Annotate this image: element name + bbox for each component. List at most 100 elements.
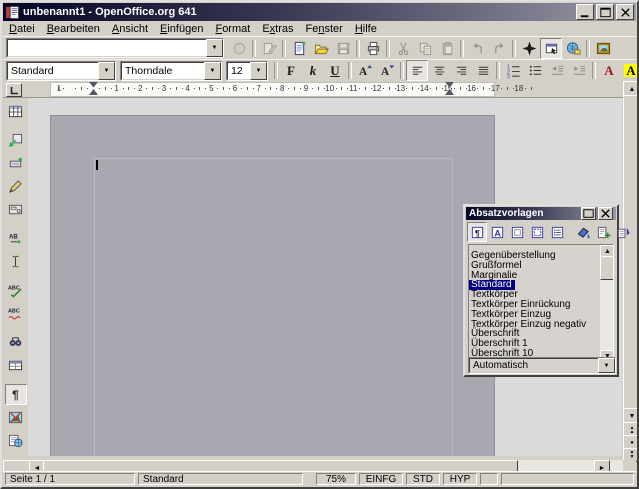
menu-format[interactable]: Format [209,22,256,36]
style-list-row[interactable]: Überschrift 1 [469,333,613,343]
draw-functions-button[interactable] [5,176,27,197]
data-sources-button[interactable] [5,355,27,376]
title-bar[interactable]: unbenannt1 - OpenOffice.org 641 [3,3,636,21]
online-layout-button[interactable] [5,430,27,451]
menu-ansicht[interactable]: Ansicht [106,22,154,36]
insert-button[interactable] [5,130,27,151]
navigator-button[interactable] [518,38,540,59]
autotext-button[interactable]: AB [5,228,27,249]
paragraph-style-combo[interactable]: Standard▼ [6,61,116,81]
fill-format-button[interactable] [573,222,593,242]
menu-fenster[interactable]: Fenster [300,22,349,36]
status-selection-mode[interactable]: STD [406,473,440,485]
save-button[interactable] [332,38,354,59]
style-list-row[interactable]: Gegenüberstellung [469,245,613,255]
list-scroll-thumb[interactable] [600,256,614,280]
new-style-button[interactable] [593,222,613,242]
copy-button[interactable] [414,38,436,59]
indent-increase-button[interactable] [568,60,590,81]
underline-button[interactable]: U [324,60,346,81]
style-list-row[interactable]: Textkörper Einzug negativ [469,314,613,324]
style-list-row[interactable]: Textkörper Einzug [469,304,613,314]
style-list-row[interactable]: Standard [469,274,613,284]
vertical-scrollbar[interactable]: ▲ ▼ ▲▲ ● ▼▼ [623,81,639,460]
menu-extras[interactable]: Extras [256,22,299,36]
auto-spellcheck-button[interactable]: ABC [5,303,27,324]
insert-fields-button[interactable] [5,153,27,174]
url-combo[interactable]: ▼ [6,38,224,58]
font-size-combo-value[interactable]: 12 [227,62,250,80]
dropdown-arrow-icon[interactable]: ▼ [598,358,615,373]
style-list-row[interactable]: Überschrift 10 [469,343,613,353]
font-color-button[interactable]: A [598,60,620,81]
vertical-scroll-thumb[interactable] [623,95,639,410]
style-filter-value[interactable]: Automatisch [469,358,598,373]
hyperlink-button[interactable] [562,38,584,59]
menu-hilfe[interactable]: Hilfe [349,22,383,36]
stylist-button[interactable] [540,38,562,59]
style-list-row[interactable]: Textkörper Einrückung [469,294,613,304]
print-button[interactable] [362,38,384,59]
dropdown-arrow-icon[interactable]: ▼ [98,62,115,80]
font-name-combo[interactable]: Thorndale▼ [120,61,222,81]
style-list-row[interactable]: Marginalie [469,265,613,275]
indent-decrease-button[interactable] [546,60,568,81]
paste-button[interactable] [436,38,458,59]
bold-button[interactable]: F [280,60,302,81]
stylist-title-bar[interactable]: Absatzvorlagen [466,207,616,220]
status-page[interactable]: Seite 1 / 1 [5,473,135,485]
menu-datei[interactable]: Datei [3,22,41,36]
minimize-button[interactable] [576,4,594,20]
graphics-toggle-button[interactable] [5,407,27,428]
frame-styles-button[interactable] [507,222,527,242]
tab-stop-selector[interactable] [6,83,22,97]
dock-button[interactable] [581,207,596,220]
stop-button[interactable] [228,38,250,59]
direct-cursor-button[interactable] [5,251,27,272]
paragraph-styles-button[interactable]: ¶ [467,222,487,242]
align-right-button[interactable] [450,60,472,81]
font-name-combo-value[interactable]: Thorndale [121,62,204,80]
menu-bearbeiten[interactable]: Bearbeiten [41,22,106,36]
paragraph-style-combo-value[interactable]: Standard [7,62,98,80]
highlighting-button[interactable]: A [620,60,639,81]
form-functions-button[interactable] [5,199,27,220]
status-style[interactable]: Standard [138,473,303,485]
horizontal-ruler[interactable]: 1123456789101112131415161718 [28,81,623,96]
find-replace-button[interactable] [5,332,27,353]
align-left-button[interactable] [406,60,428,81]
update-style-button[interactable] [613,222,633,242]
insert-table-button[interactable] [5,101,27,122]
status-zoom[interactable]: 75% [316,473,356,485]
new-document-button[interactable] [288,38,310,59]
style-list-scrollbar[interactable]: ▲ ▼ [600,245,613,363]
spellcheck-button[interactable]: ABC [5,280,27,301]
style-filter-combo[interactable]: Automatisch ▼ [468,357,614,372]
close-button[interactable] [598,207,613,220]
style-list-row[interactable]: Textkörper [469,284,613,294]
page-styles-button[interactable] [527,222,547,242]
dropdown-arrow-icon[interactable]: ▼ [250,62,267,80]
url-combo-value[interactable] [7,39,206,57]
open-button[interactable] [310,38,332,59]
font-reduce-button[interactable]: A [376,60,398,81]
status-insert-mode[interactable]: EINFG [359,473,403,485]
gallery-button[interactable] [592,38,614,59]
redo-button[interactable] [488,38,510,59]
align-center-button[interactable] [428,60,450,81]
font-size-combo[interactable]: 12▼ [226,61,268,81]
cut-button[interactable] [392,38,414,59]
nonprinting-chars-button[interactable]: ¶ [5,384,27,405]
edit-file-button[interactable] [258,38,280,59]
document-page[interactable] [50,115,495,456]
align-justify-button[interactable] [472,60,494,81]
numbering-styles-button[interactable] [547,222,567,242]
menu-einfgen[interactable]: Einfügen [154,22,209,36]
maximize-button[interactable] [596,4,614,20]
close-button[interactable] [616,4,634,20]
dropdown-arrow-icon[interactable]: ▼ [204,62,221,80]
stylist-window[interactable]: Absatzvorlagen ¶A GegenüberstellungGrußf… [463,204,619,377]
character-styles-button[interactable]: A [487,222,507,242]
style-list[interactable]: GegenüberstellungGrußformelMarginalieSta… [468,244,614,364]
bullets-button[interactable] [524,60,546,81]
